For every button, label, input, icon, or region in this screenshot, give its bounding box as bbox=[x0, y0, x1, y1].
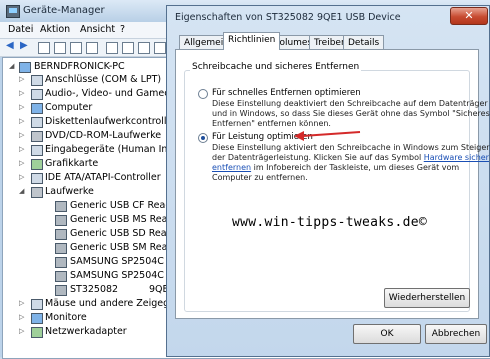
drive-icon bbox=[55, 271, 67, 282]
expand-icon[interactable]: ▷ bbox=[19, 311, 24, 324]
tree-item-label: Laufwerke bbox=[45, 186, 94, 197]
update-driver-icon[interactable] bbox=[122, 42, 134, 54]
expand-icon[interactable]: ▷ bbox=[19, 129, 24, 142]
input-device-icon bbox=[31, 145, 43, 156]
forward-arrow-icon[interactable]: ▶ bbox=[20, 40, 30, 52]
collapse-icon[interactable]: ◢ bbox=[19, 185, 24, 198]
tree-root-label: BERNDFRONICK-PC bbox=[34, 61, 125, 72]
close-icon: ✕ bbox=[464, 9, 474, 22]
performance-desc-3-text: im Infobereich der Taskleiste, um dieses… bbox=[251, 163, 460, 172]
menu-help[interactable]: ? bbox=[120, 24, 125, 35]
expand-icon[interactable]: ▷ bbox=[19, 325, 24, 338]
tree-item-label: Audio-, Video- und Gamec bbox=[45, 88, 170, 99]
expand-icon[interactable]: ▷ bbox=[19, 87, 24, 100]
drive-label: Generic USB CF Reader bbox=[70, 200, 182, 211]
view-icon[interactable] bbox=[86, 42, 98, 54]
menu-datei[interactable]: Datei bbox=[8, 24, 33, 35]
watermark: www.win-tipps-tweaks.de© bbox=[232, 215, 428, 230]
red-arrow-head bbox=[294, 131, 304, 141]
dialog-title: Eigenschaften von ST325082 9QE1 USB Devi… bbox=[175, 12, 401, 23]
quick-removal-label[interactable]: Für schnelles Entfernen optimieren bbox=[212, 88, 361, 98]
tree-item-label: Eingabegeräte (Human Inte bbox=[45, 144, 177, 155]
disable-icon[interactable] bbox=[154, 42, 166, 54]
red-arrow-line bbox=[301, 131, 361, 137]
expand-icon[interactable]: ▷ bbox=[19, 73, 24, 86]
audio-icon bbox=[31, 89, 43, 100]
help-icon[interactable] bbox=[70, 42, 82, 54]
expand-icon[interactable]: ▷ bbox=[19, 101, 24, 114]
floppy-controller-icon bbox=[31, 117, 43, 128]
tree-item-label: Computer bbox=[45, 102, 93, 113]
drive-icon bbox=[55, 201, 67, 212]
quick-removal-radio[interactable] bbox=[198, 89, 208, 99]
tree-item-label: Grafikkarte bbox=[45, 158, 99, 169]
uninstall-icon[interactable] bbox=[138, 42, 150, 54]
network-adapter-icon bbox=[31, 327, 43, 338]
tree-item-label: DVD/CD-ROM-Laufwerke bbox=[45, 130, 162, 141]
expand-icon[interactable]: ▷ bbox=[19, 143, 24, 156]
cancel-button[interactable]: Abbrechen bbox=[425, 324, 487, 344]
safely-remove-link[interactable]: Hardware sicher bbox=[424, 153, 489, 162]
expand-icon[interactable]: ▷ bbox=[19, 157, 24, 170]
back-arrow-icon[interactable]: ◀ bbox=[6, 40, 16, 52]
drive-label: SAMSUNG SP2504C AT bbox=[70, 256, 179, 267]
close-button[interactable]: ✕ bbox=[450, 7, 488, 25]
dvd-icon bbox=[31, 131, 43, 142]
properties-icon[interactable] bbox=[38, 42, 50, 54]
performance-desc-1: Diese Einstellung aktiviert den Schreibc… bbox=[212, 143, 490, 152]
expand-icon[interactable]: ▷ bbox=[19, 297, 24, 310]
drive-icon bbox=[55, 229, 67, 240]
performance-desc-2-text: der Datenträgerleistung. Klicken Sie auf… bbox=[212, 153, 424, 162]
tab-details[interactable]: Details bbox=[343, 35, 385, 50]
disk-drives-icon bbox=[31, 187, 43, 198]
collapse-icon[interactable]: ◢ bbox=[9, 60, 14, 73]
performance-desc-2: der Datenträgerleistung. Klicken Sie auf… bbox=[212, 153, 489, 163]
dialog-title-device: 9QE1 USB Device bbox=[317, 12, 401, 23]
mouse-icon bbox=[31, 299, 43, 310]
red-arrow-annotation bbox=[294, 131, 361, 141]
ide-controller-icon bbox=[31, 173, 43, 184]
properties-dialog: Eigenschaften von ST325082 9QE1 USB Devi… bbox=[166, 5, 490, 357]
tree-item-label: Netzwerkadapter bbox=[45, 326, 127, 337]
expand-icon[interactable]: ▷ bbox=[19, 115, 24, 128]
drive-icon bbox=[55, 285, 67, 296]
restore-defaults-button[interactable]: Wiederherstellen bbox=[384, 288, 470, 308]
tree-item-label: Monitore bbox=[45, 312, 87, 323]
quick-removal-desc-1: Diese Einstellung deaktiviert den Schrei… bbox=[212, 99, 488, 108]
drive-label: ST325082 bbox=[70, 284, 119, 295]
device-manager-app-icon bbox=[6, 5, 20, 18]
drive-icon bbox=[55, 257, 67, 268]
device-manager-title: Geräte-Manager bbox=[23, 5, 105, 16]
ok-button[interactable]: OK bbox=[353, 324, 421, 344]
groupbox-title: Schreibcache und sicheres Entfernen bbox=[190, 62, 362, 72]
tab-richtlinien[interactable]: Richtlinien bbox=[223, 32, 281, 50]
details-icon[interactable] bbox=[54, 42, 66, 54]
expand-icon[interactable]: ▷ bbox=[19, 171, 24, 184]
menu-aktion[interactable]: Aktion bbox=[40, 24, 70, 35]
display-adapter-icon bbox=[31, 159, 43, 170]
dialog-title-text: Eigenschaften von ST325082 bbox=[175, 12, 314, 23]
port-icon bbox=[31, 75, 43, 86]
scan-hardware-icon[interactable] bbox=[106, 42, 118, 54]
quick-removal-desc-2: und in Windows, so dass Sie dieses Gerät… bbox=[212, 109, 490, 118]
drive-icon bbox=[55, 215, 67, 226]
computer-icon bbox=[19, 62, 31, 73]
tree-item-label: Diskettenlaufwerkcontroller bbox=[45, 116, 177, 127]
computer-icon bbox=[31, 103, 43, 114]
policies-panel: Schreibcache und sicheres Entfernen Für … bbox=[175, 49, 490, 319]
performance-desc-3: entfernen im Infobereich der Taskleiste,… bbox=[212, 163, 459, 173]
drive-icon bbox=[55, 243, 67, 254]
tree-item-label: Mäuse und andere Zeigeg bbox=[45, 298, 170, 309]
menu-ansicht[interactable]: Ansicht bbox=[80, 24, 115, 35]
monitor-icon bbox=[31, 313, 43, 324]
tree-item-label: IDE ATA/ATAPI-Controller bbox=[45, 172, 161, 183]
drive-label: SAMSUNG SP2504C AT bbox=[70, 270, 179, 281]
safely-remove-link-cont[interactable]: entfernen bbox=[212, 163, 251, 172]
performance-desc-4: Computer zu entfernen. bbox=[212, 173, 308, 182]
performance-radio[interactable] bbox=[198, 133, 208, 143]
tree-item-label: Anschlüsse (COM & LPT) bbox=[45, 74, 162, 85]
